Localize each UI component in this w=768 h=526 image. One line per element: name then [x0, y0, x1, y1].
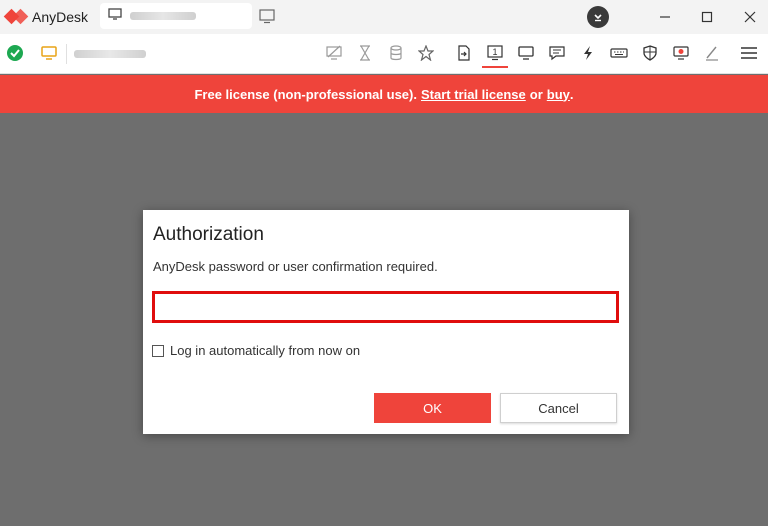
auto-login-row[interactable]: Log in automatically from now on — [152, 343, 360, 358]
keyboard-icon[interactable] — [608, 42, 630, 64]
chat-icon[interactable] — [546, 42, 568, 64]
auto-login-label[interactable]: Log in automatically from now on — [170, 343, 360, 358]
banner-period: . — [569, 86, 574, 102]
session-toolbar: 1 — [0, 34, 768, 74]
whiteboard-icon[interactable] — [701, 42, 723, 64]
license-banner: Free license (non-professional use). Sta… — [0, 75, 768, 113]
password-field[interactable] — [152, 291, 619, 323]
anydesk-logo-icon — [3, 8, 29, 25]
storage-icon[interactable] — [385, 42, 407, 64]
menu-icon[interactable] — [738, 42, 760, 64]
close-icon[interactable] — [737, 4, 763, 30]
record-icon[interactable] — [670, 42, 692, 64]
start-trial-link[interactable]: Start trial license — [421, 87, 526, 102]
favorite-icon[interactable] — [415, 42, 437, 64]
svg-text:1: 1 — [492, 47, 497, 57]
buy-link[interactable]: buy — [547, 87, 570, 102]
minimize-icon[interactable] — [652, 4, 678, 30]
ok-button[interactable]: OK — [374, 393, 491, 423]
banner-text: Free license (non-professional use). — [194, 86, 417, 102]
new-tab-icon[interactable] — [259, 9, 275, 29]
remote-monitor-icon[interactable] — [38, 42, 60, 64]
active-display-indicator — [482, 66, 508, 68]
title-bar: AnyDesk — [0, 0, 768, 34]
toolbar-divider — [66, 44, 67, 64]
banner-or: or — [529, 86, 543, 102]
file-transfer-icon[interactable] — [453, 42, 475, 64]
tab-address-redacted — [130, 12, 196, 20]
cancel-button[interactable]: Cancel — [500, 393, 617, 423]
privacy-icon[interactable] — [323, 42, 345, 64]
maximize-icon[interactable] — [694, 4, 720, 30]
auto-login-checkbox[interactable] — [152, 344, 164, 357]
hourglass-icon[interactable] — [354, 42, 376, 64]
display-1-icon[interactable]: 1 — [484, 42, 506, 64]
screen-icon[interactable] — [515, 42, 537, 64]
connected-check-icon — [4, 42, 26, 64]
download-icon[interactable] — [587, 6, 609, 28]
app-title: AnyDesk — [32, 9, 89, 25]
session-tab[interactable] — [100, 3, 252, 29]
actions-icon[interactable] — [577, 42, 599, 64]
dialog-title: Authorization — [153, 224, 264, 245]
authorization-dialog: Authorization AnyDesk password or user c… — [143, 210, 629, 434]
shield-icon[interactable] — [639, 42, 661, 64]
monitor-icon — [108, 7, 122, 25]
dialog-message: AnyDesk password or user confirmation re… — [153, 259, 438, 274]
remote-address-redacted — [74, 50, 146, 58]
